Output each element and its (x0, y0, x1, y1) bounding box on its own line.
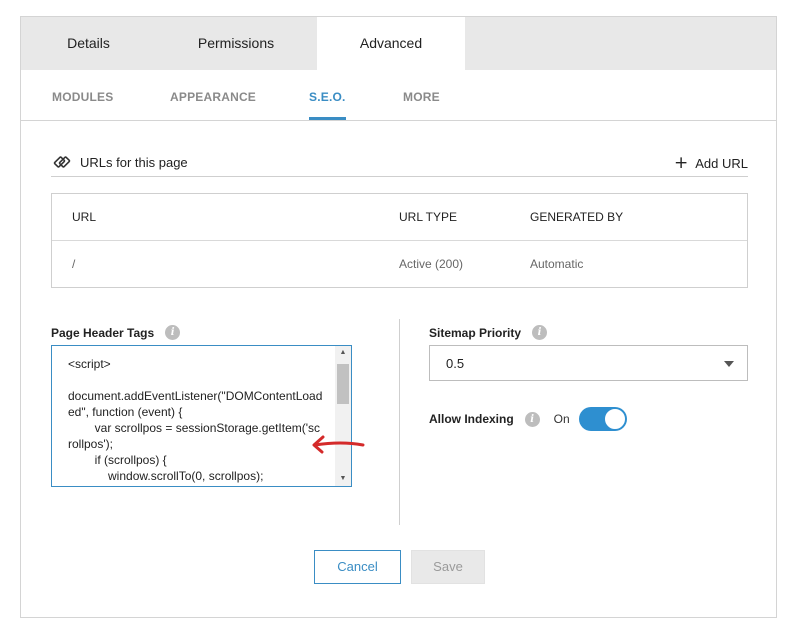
add-url-label: Add URL (695, 155, 748, 171)
allow-indexing-row: Allow Indexing i On (429, 407, 627, 431)
subtab-more[interactable]: MORE (403, 70, 440, 120)
tab-permissions[interactable]: Permissions (156, 17, 316, 70)
red-annotation-arrow-icon (312, 435, 365, 454)
sitemap-priority-label-row: Sitemap Priority i (429, 325, 548, 340)
toggle-knob (603, 408, 626, 430)
generated-by-cell: Automatic (530, 257, 584, 271)
column-header-url-type: URL TYPE (399, 210, 458, 224)
allow-indexing-state: On (553, 412, 570, 426)
info-icon[interactable]: i (524, 411, 540, 427)
table-row[interactable]: / Active (200) Automatic (52, 241, 747, 288)
sitemap-priority-label: Sitemap Priority (429, 325, 522, 340)
url-type-cell: Active (200) (399, 257, 464, 271)
tab-details[interactable]: Details (21, 17, 156, 70)
url-cell: / (72, 257, 76, 271)
page-settings-panel: Details Permissions Advanced MODULES APP… (20, 16, 777, 618)
column-divider (399, 319, 400, 525)
urls-section-header: URLs for this page + Add URL (51, 153, 748, 177)
allow-indexing-label: Allow Indexing (429, 412, 514, 426)
tab-advanced[interactable]: Advanced (317, 17, 465, 70)
subtab-modules[interactable]: MODULES (52, 70, 113, 120)
column-header-url: URL (72, 210, 97, 224)
page-header-tags-textarea[interactable]: <script> document.addEventListener("DOMC… (51, 345, 352, 487)
page-header-tags-content: <script> document.addEventListener("DOMC… (68, 357, 323, 483)
cancel-button[interactable]: Cancel (314, 550, 401, 584)
textarea-scrollbar[interactable]: ▲ ▼ (335, 346, 351, 486)
link-icon (53, 156, 71, 168)
urls-table: URL URL TYPE GENERATED BY / Active (200)… (51, 193, 748, 288)
page-header-tags-label: Page Header Tags (51, 325, 155, 340)
subtab-appearance[interactable]: APPEARANCE (170, 70, 256, 120)
page-header-tags-label-row: Page Header Tags i (51, 325, 181, 340)
info-icon[interactable]: i (532, 325, 548, 340)
sub-tab-bar: MODULES APPEARANCE S.E.O. MORE (21, 70, 776, 121)
scroll-down-arrow-icon[interactable]: ▼ (335, 472, 351, 486)
scrollbar-thumb[interactable] (337, 364, 349, 404)
scroll-up-arrow-icon[interactable]: ▲ (335, 346, 351, 360)
chevron-down-icon (724, 361, 734, 367)
allow-indexing-toggle[interactable] (578, 407, 627, 431)
sitemap-priority-select[interactable]: 0.5 (429, 345, 748, 381)
urls-section-title: URLs for this page (80, 155, 188, 170)
table-header-row: URL URL TYPE GENERATED BY (52, 194, 747, 241)
plus-icon: + (674, 152, 689, 173)
save-button[interactable]: Save (411, 550, 485, 584)
column-header-generated-by: GENERATED BY (530, 210, 624, 224)
top-tab-bar: Details Permissions Advanced (21, 17, 776, 70)
sitemap-priority-value: 0.5 (446, 356, 465, 371)
add-url-button[interactable]: + Add URL (674, 153, 748, 173)
info-icon[interactable]: i (165, 325, 181, 340)
subtab-seo[interactable]: S.E.O. (309, 70, 346, 120)
